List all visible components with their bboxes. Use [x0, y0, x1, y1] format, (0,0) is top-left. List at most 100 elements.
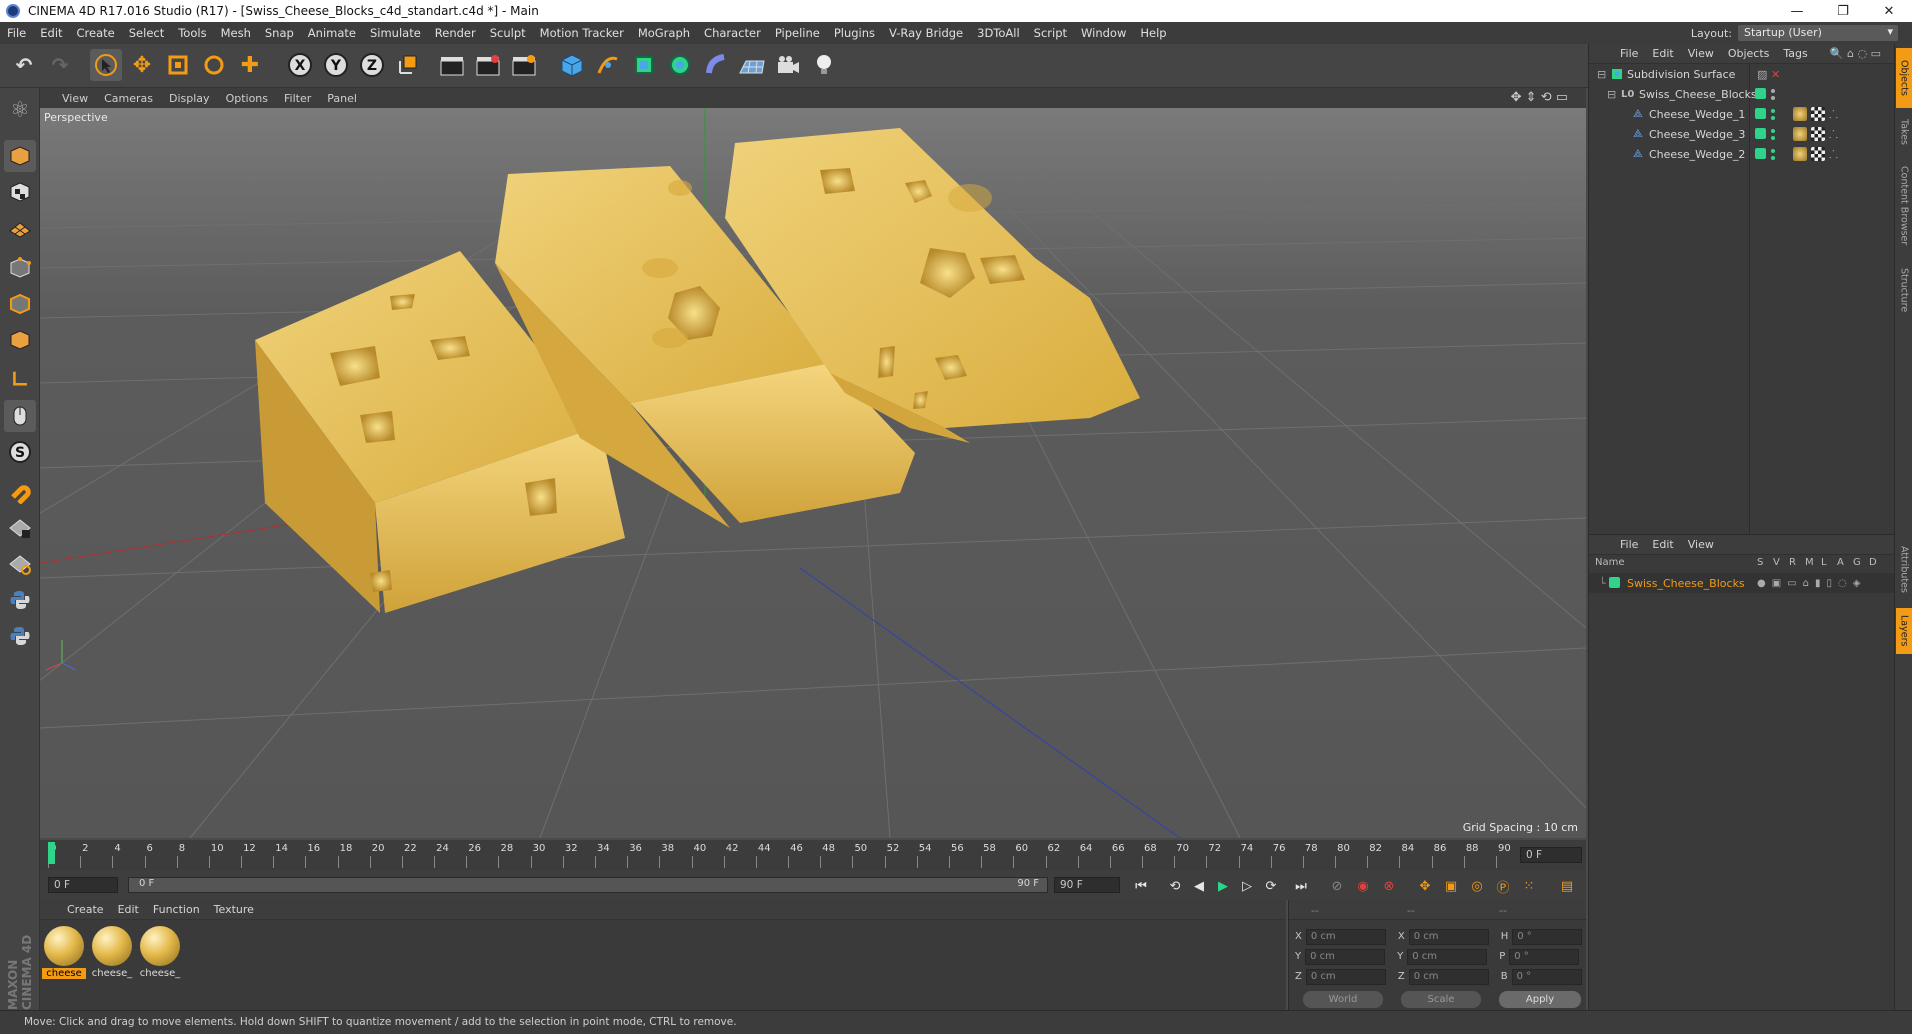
object-menu-view[interactable]: View [1681, 47, 1721, 60]
menu-mograph[interactable]: MoGraph [631, 26, 697, 40]
tab-layers[interactable]: Layers [1896, 608, 1912, 654]
preview-range-slider[interactable]: 0 F 90 F [128, 877, 1048, 893]
layer-color-swatch[interactable] [1755, 88, 1766, 99]
material-menu-function[interactable]: Function [146, 903, 207, 916]
go-to-start-button[interactable]: ⏮ [1130, 875, 1152, 897]
scale-tool-button[interactable] [162, 49, 194, 81]
object-menu-objects[interactable]: Objects [1721, 47, 1777, 60]
pen-spline-button[interactable] [592, 49, 624, 81]
render-visibility-dot[interactable] [1771, 116, 1775, 120]
size-z-field[interactable]: 0 cm [1408, 968, 1489, 985]
play-button[interactable]: ▶ [1212, 875, 1234, 897]
menu-snap[interactable]: Snap [258, 26, 301, 40]
menu-simulate[interactable]: Simulate [363, 26, 428, 40]
key-parameter-button[interactable]: Ⓟ [1492, 875, 1514, 897]
solo-mode-button[interactable]: S [4, 436, 36, 468]
size-x-field[interactable]: 0 cm [1408, 928, 1489, 945]
tab-takes[interactable]: Takes [1896, 112, 1912, 152]
layer-color-swatch[interactable] [1755, 128, 1766, 139]
workplane-lock-button[interactable] [4, 512, 36, 544]
layer-color-swatch[interactable] [1755, 148, 1766, 159]
workplane-mode-button[interactable] [4, 212, 36, 244]
menu-render[interactable]: Render [428, 26, 483, 40]
menu-help[interactable]: Help [1133, 26, 1173, 40]
layer-menu-file[interactable]: File [1613, 538, 1645, 551]
object-row-cheese-wedge-3[interactable]: ⟁ Cheese_Wedge_3 ⸫ [1589, 124, 1895, 144]
object-manager-tools-icons[interactable]: 🔍 ⌂ ◌ ▭ [1823, 47, 1888, 60]
menu-tools[interactable]: Tools [171, 26, 213, 40]
object-row-subdivision-surface[interactable]: ⊟ Subdivision Surface ▨ ✕ [1589, 64, 1895, 84]
phong-tag-icon[interactable]: ⸫ [1829, 127, 1838, 142]
material-swatch[interactable]: cheese_ [90, 926, 134, 979]
object-menu-file[interactable]: File [1613, 47, 1645, 60]
object-row-swiss-cheese-blocks[interactable]: ⊟ L0 Swiss_Cheese_Blocks [1589, 84, 1895, 104]
playhead-marker[interactable] [48, 842, 55, 864]
editor-visibility-dot[interactable] [1771, 129, 1775, 133]
texture-mode-button[interactable] [4, 176, 36, 208]
move-tool-button[interactable]: ✥ [126, 49, 158, 81]
editor-visibility-dot[interactable] [1771, 149, 1775, 153]
viewport-menu-cameras[interactable]: Cameras [96, 92, 161, 105]
material-tag-icon[interactable] [1793, 127, 1807, 141]
menu-script[interactable]: Script [1027, 26, 1074, 40]
record-keyframe-button[interactable]: ◉ [1352, 875, 1374, 897]
tab-structure[interactable]: Structure [1896, 260, 1912, 320]
y-axis-button[interactable]: Y [320, 49, 352, 81]
edges-mode-button[interactable] [4, 288, 36, 320]
viewport-menu-options[interactable]: Options [218, 92, 276, 105]
menu-pipeline[interactable]: Pipeline [768, 26, 827, 40]
menu-character[interactable]: Character [697, 26, 768, 40]
layer-col-solo[interactable]: S [1757, 557, 1763, 568]
render-visibility-dot[interactable] [1771, 156, 1775, 160]
layer-toggle-icons[interactable]: ●▣▭⌂▮▯◌◈ [1757, 578, 1866, 589]
texture-tag-icon[interactable] [1811, 107, 1825, 121]
texture-tag-icon[interactable] [1811, 127, 1825, 141]
timeline-ruler[interactable]: 0246810121416182022242628303234363840424… [40, 840, 1586, 870]
object-row-cheese-wedge-1[interactable]: ⟁ Cheese_Wedge_1 ⸫ [1589, 104, 1895, 124]
apply-button[interactable]: Apply [1499, 991, 1581, 1008]
material-menu-edit[interactable]: Edit [111, 903, 146, 916]
cloner-button[interactable] [664, 49, 696, 81]
current-frame-field[interactable]: 0 F [1520, 847, 1582, 863]
redo-button[interactable]: ↷ [44, 49, 76, 81]
viewport-menu-view[interactable]: View [54, 92, 96, 105]
next-frame-button[interactable]: ▷ [1236, 875, 1258, 897]
render-view-button[interactable] [436, 49, 468, 81]
disable-cross-icon[interactable]: ✕ [1771, 68, 1780, 81]
start-frame-field[interactable]: 0 F [48, 877, 118, 893]
restore-button[interactable]: ❐ [1820, 0, 1866, 22]
size-y-field[interactable]: 0 cm [1407, 948, 1488, 965]
floor-button[interactable] [736, 49, 768, 81]
next-key-button[interactable]: ⟳ [1260, 875, 1282, 897]
menu-plugins[interactable]: Plugins [827, 26, 882, 40]
object-menu-edit[interactable]: Edit [1645, 47, 1680, 60]
menu-create[interactable]: Create [70, 26, 122, 40]
layer-col-generators[interactable]: G [1853, 557, 1861, 568]
material-swatch[interactable]: cheese [42, 926, 86, 979]
layer-row-swiss-cheese-blocks[interactable]: └ Swiss_Cheese_Blocks ●▣▭⌂▮▯◌◈ [1589, 573, 1895, 593]
timeline-window-button[interactable]: ▤ [1556, 875, 1578, 897]
position-x-field[interactable]: 0 cm [1305, 928, 1386, 945]
minimize-button[interactable]: — [1774, 0, 1820, 22]
layer-menu-view[interactable]: View [1681, 538, 1721, 551]
menu-mesh[interactable]: Mesh [214, 26, 258, 40]
light-button[interactable] [808, 49, 840, 81]
motion-record-button[interactable]: ⊘ [1326, 875, 1348, 897]
material-swatch[interactable]: cheese_ [138, 926, 182, 979]
workplane-toggle-button[interactable] [4, 548, 36, 580]
go-to-end-button[interactable]: ⏭ [1290, 875, 1312, 897]
layout-dropdown[interactable]: Startup (User) ▾ [1738, 25, 1898, 41]
layer-checkbox-icon[interactable]: ▨ [1757, 68, 1767, 81]
rotation-p-field[interactable]: 0 ° [1509, 948, 1580, 965]
z-axis-button[interactable]: Z [356, 49, 388, 81]
polygons-mode-button[interactable] [4, 324, 36, 356]
material-tag-icon[interactable] [1793, 147, 1807, 161]
layer-col-render[interactable]: R [1789, 557, 1796, 568]
rotation-b-field[interactable]: 0 ° [1511, 968, 1582, 985]
subdivision-surface-button[interactable] [628, 49, 660, 81]
editor-visibility-dot[interactable] [1771, 109, 1775, 113]
key-pla-button[interactable]: ⁙ [1518, 875, 1540, 897]
layer-col-manager[interactable]: M [1805, 557, 1814, 568]
3d-viewport[interactable]: Perspective Grid Spacing : 10 cm [40, 108, 1586, 838]
material-menu-create[interactable]: Create [60, 903, 111, 916]
